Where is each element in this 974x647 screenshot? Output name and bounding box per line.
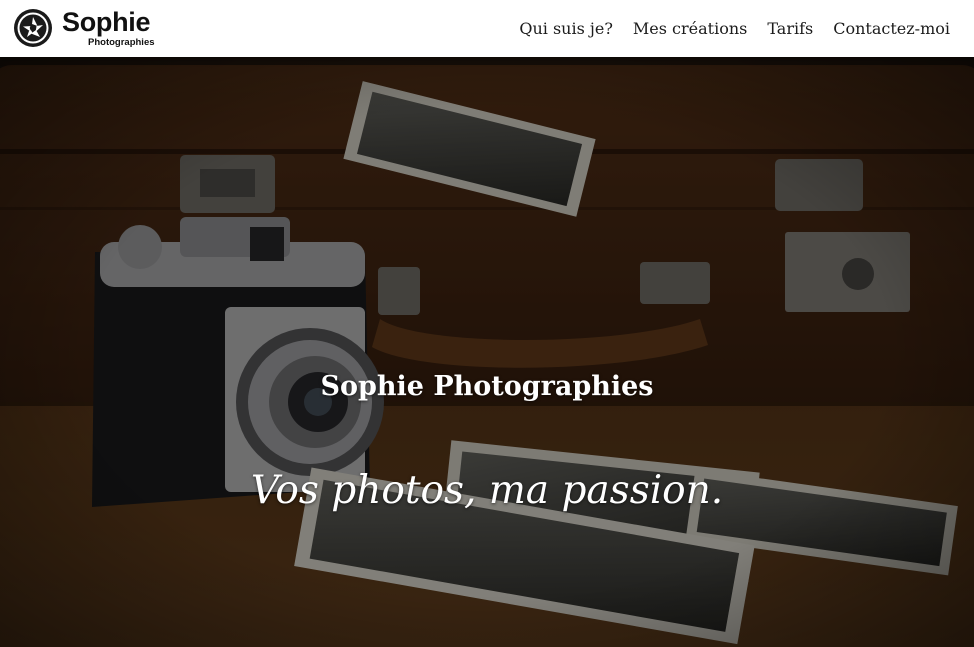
hero-title: Sophie Photographies [320,371,654,403]
hero-background-image [0,57,974,647]
site-header: Sophie Photographies Qui suis je? Mes cr… [0,0,974,57]
nav-item-about[interactable]: Qui suis je? [519,19,613,38]
hero-tagline: Vos photos, ma passion. [250,468,724,513]
site-logo[interactable]: Sophie Photographies [13,7,155,49]
camera-aperture-icon [14,9,52,47]
brand-subtitle: Photographies [88,36,155,48]
nav-item-pricing[interactable]: Tarifs [767,19,813,38]
logo-text: Sophie Photographies [62,6,155,48]
hero-section: Sophie Photographies Vos photos, ma pass… [0,57,974,647]
nav-item-contact[interactable]: Contactez-moi [833,19,950,38]
brand-name: Sophie [62,6,151,37]
nav-item-creations[interactable]: Mes créations [633,19,747,38]
main-nav: Qui suis je? Mes créations Tarifs Contac… [499,0,950,57]
